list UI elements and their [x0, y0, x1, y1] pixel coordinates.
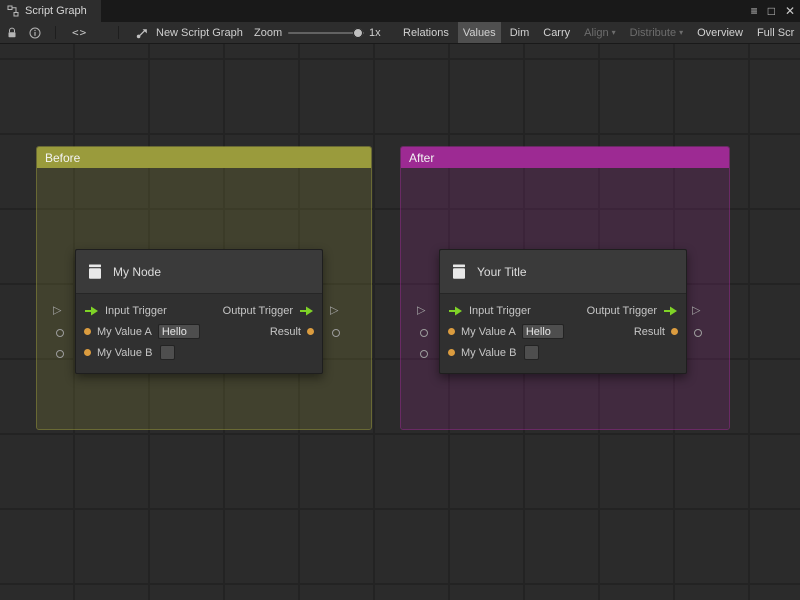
values-button[interactable]: Values: [458, 22, 501, 43]
value-b-label: My Value B: [461, 347, 516, 359]
value-b-port[interactable]: [448, 349, 455, 356]
chevron-down-icon: ▾: [612, 29, 616, 37]
trigger-row: Input Trigger Output Trigger: [76, 300, 322, 321]
input-trigger-port[interactable]: [448, 306, 463, 316]
node-body: Input Trigger Output Trigger My Value A: [440, 294, 686, 373]
toolbar-divider: [55, 26, 56, 39]
outer-value-a-port[interactable]: [420, 329, 428, 337]
lock-button[interactable]: [6, 22, 18, 43]
value-a-row: My Value A Result: [440, 321, 686, 342]
outer-output-trigger-port[interactable]: ▷: [692, 306, 700, 317]
output-trigger-label: Output Trigger: [223, 305, 293, 317]
outer-value-b-port[interactable]: [56, 350, 64, 358]
group-before: Before My Node: [36, 146, 372, 430]
edit-source-button[interactable]: <>: [72, 22, 87, 43]
code-icon: <>: [72, 26, 87, 39]
fullscreen-button[interactable]: Full Scr: [752, 22, 799, 43]
value-a-port[interactable]: [84, 328, 91, 335]
input-trigger-label: Input Trigger: [105, 305, 167, 317]
value-b-row: My Value B: [76, 342, 322, 363]
tab-script-graph[interactable]: Script Graph: [0, 0, 101, 22]
node-body: Input Trigger Output Trigger My Value A: [76, 294, 322, 373]
result-port[interactable]: [671, 328, 678, 335]
output-trigger-port[interactable]: [299, 306, 314, 316]
info-icon: [29, 27, 41, 39]
input-trigger-label: Input Trigger: [469, 305, 531, 317]
toolbar-divider: [118, 26, 119, 39]
distribute-dropdown[interactable]: Distribute ▾: [625, 22, 688, 43]
relations-button[interactable]: Relations: [398, 22, 454, 43]
value-b-label: My Value B: [97, 347, 152, 359]
value-b-input[interactable]: [524, 345, 539, 360]
zoom-label: Zoom: [254, 22, 282, 43]
unit-icon: [450, 263, 468, 281]
value-a-input[interactable]: [158, 324, 200, 339]
value-a-label: My Value A: [461, 326, 516, 338]
toolbar-buttons: Relations Values Dim Carry Align ▾ Distr…: [398, 22, 799, 43]
chevron-down-icon: ▾: [679, 29, 683, 37]
dim-button[interactable]: Dim: [505, 22, 535, 43]
node-my-node[interactable]: My Node Input Trigger Output Trigger: [75, 249, 323, 374]
group-after: After Your Title: [400, 146, 730, 430]
result-label: Result: [634, 326, 665, 338]
close-button[interactable]: ✕: [785, 0, 795, 22]
node-header[interactable]: My Node: [76, 250, 322, 294]
outer-output-trigger-port[interactable]: ▷: [330, 306, 338, 317]
value-a-input[interactable]: [522, 324, 564, 339]
carry-button[interactable]: Carry: [538, 22, 575, 43]
script-graph-icon: [7, 5, 19, 17]
window-menu-button[interactable]: ≡: [751, 0, 758, 22]
value-b-port[interactable]: [84, 349, 91, 356]
value-a-row: My Value A Result: [76, 321, 322, 342]
group-title: After: [409, 151, 434, 165]
group-after-header[interactable]: After: [401, 147, 729, 168]
graph-asset-icon: [136, 27, 149, 39]
graph-breadcrumb: New Script Graph: [136, 22, 243, 43]
node-title: Your Title: [477, 265, 527, 279]
output-trigger-label: Output Trigger: [587, 305, 657, 317]
value-a-port[interactable]: [448, 328, 455, 335]
graph-toolbar: <> New Script Graph Zoom 1x Relations Va…: [0, 22, 800, 44]
input-trigger-port[interactable]: [84, 306, 99, 316]
maximize-button[interactable]: □: [768, 0, 775, 22]
zoom-value: 1x: [369, 22, 381, 43]
trigger-row: Input Trigger Output Trigger: [440, 300, 686, 321]
tab-bar: Script Graph ≡ □ ✕: [0, 0, 800, 22]
outer-input-trigger-port[interactable]: ▷: [417, 306, 425, 317]
group-title: Before: [45, 151, 80, 165]
result-label: Result: [270, 326, 301, 338]
value-b-row: My Value B: [440, 342, 686, 363]
outer-result-port[interactable]: [694, 329, 702, 337]
lock-icon: [6, 27, 18, 39]
value-b-input[interactable]: [160, 345, 175, 360]
outer-value-b-port[interactable]: [420, 350, 428, 358]
distribute-label: Distribute: [630, 27, 676, 39]
group-before-header[interactable]: Before: [37, 147, 371, 168]
graph-name: New Script Graph: [156, 27, 243, 39]
node-title: My Node: [113, 265, 161, 279]
tab-title: Script Graph: [25, 5, 87, 17]
align-label: Align: [584, 27, 608, 39]
info-button[interactable]: [29, 22, 41, 43]
unit-icon: [86, 263, 104, 281]
outer-value-a-port[interactable]: [56, 329, 64, 337]
graph-canvas[interactable]: Before My Node: [0, 44, 800, 600]
node-your-title[interactable]: Your Title Input Trigger Output Trigger: [439, 249, 687, 374]
zoom-slider-knob[interactable]: [353, 28, 363, 38]
overview-button[interactable]: Overview: [692, 22, 748, 43]
outer-input-trigger-port[interactable]: ▷: [53, 306, 61, 317]
align-dropdown[interactable]: Align ▾: [579, 22, 620, 43]
script-graph-window: Script Graph ≡ □ ✕ <>: [0, 0, 800, 600]
result-port[interactable]: [307, 328, 314, 335]
output-trigger-port[interactable]: [663, 306, 678, 316]
outer-result-port[interactable]: [332, 329, 340, 337]
value-a-label: My Value A: [97, 326, 152, 338]
window-controls: ≡ □ ✕: [751, 0, 795, 22]
node-header[interactable]: Your Title: [440, 250, 686, 294]
zoom-slider[interactable]: [288, 32, 364, 34]
